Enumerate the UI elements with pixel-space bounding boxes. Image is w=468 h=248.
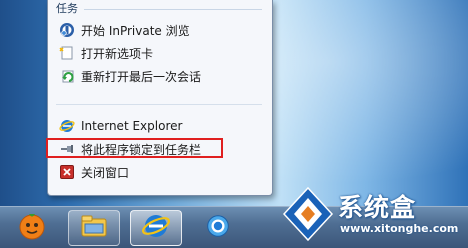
tasks-section-label: 任务 [56,2,78,15]
new-tab-icon [59,45,75,61]
jumplist-divider [56,104,262,105]
watermark-logo-icon [282,186,334,246]
internet-explorer-icon [141,211,171,245]
jump-list: 任务 开始 InPrivate 浏览 打开新选项卡 重新打开最后一次会话 Int… [47,0,273,196]
section-rule [84,8,262,10]
task-label: 开始 InPrivate 浏览 [81,23,190,38]
task-inprivate[interactable]: 开始 InPrivate 浏览 [59,20,264,40]
taskbar-file-explorer[interactable] [68,210,120,246]
close-label: 关闭窗口 [81,165,130,180]
watermark-url: www.xitonghe.com [340,222,459,235]
internet-explorer-icon-2 [204,212,232,244]
tasks-section-header: 任务 [56,0,262,16]
close-icon [59,164,75,180]
app-internet-explorer[interactable]: Internet Explorer [59,116,264,136]
ie-app-icon [59,118,75,134]
taskbar-internet-explorer-active[interactable] [130,210,182,246]
reopen-session-icon [59,68,75,84]
highlight-box [46,138,223,158]
app-label: Internet Explorer [81,119,183,133]
file-explorer-icon [80,213,108,243]
start-orb-icon [17,211,47,245]
task-reopen-session[interactable]: 重新打开最后一次会话 [59,66,264,86]
watermark-title: 系统盒 [338,193,417,222]
task-label: 重新打开最后一次会话 [81,69,202,84]
task-label: 打开新选项卡 [81,46,154,61]
close-window[interactable]: 关闭窗口 [59,162,264,182]
inprivate-icon [59,22,75,38]
watermark: 系统盒 www.xitonghe.com [280,182,465,244]
start-button[interactable] [6,210,58,246]
task-new-tab[interactable]: 打开新选项卡 [59,43,264,63]
taskbar-internet-explorer[interactable] [192,210,244,246]
